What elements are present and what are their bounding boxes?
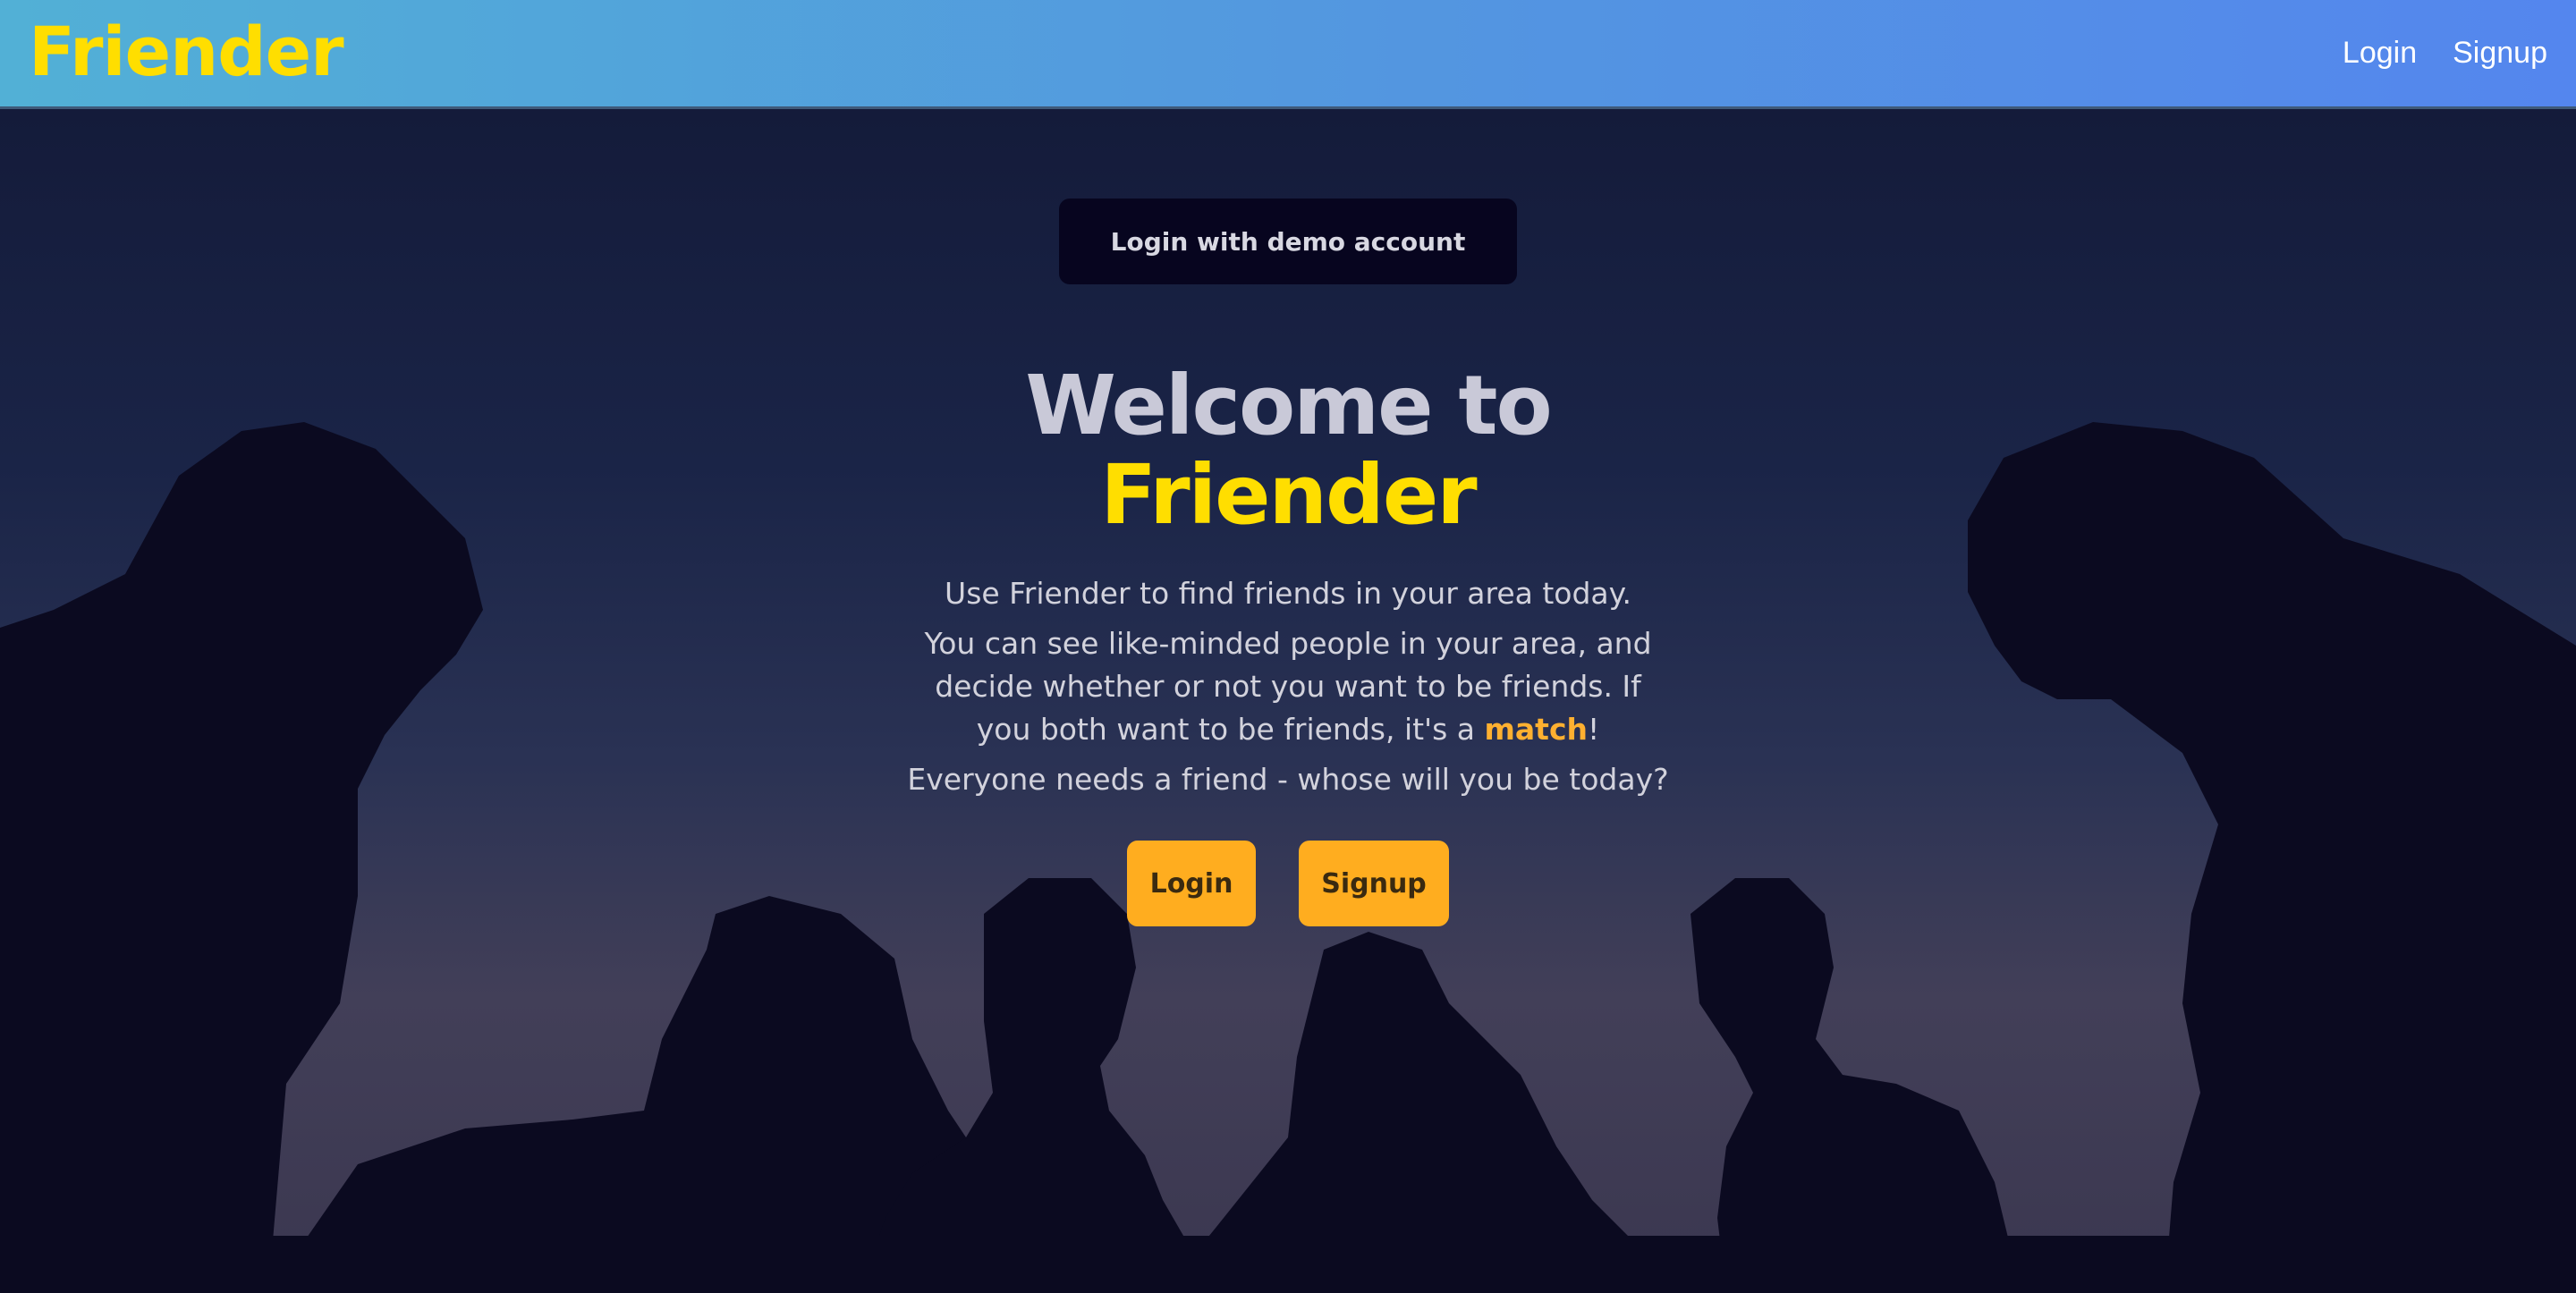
hero-section: Login with demo account Welcome to Frien… [0, 109, 2576, 1293]
top-navbar: Friender Login Signup [0, 0, 2576, 109]
demo-login-button[interactable]: Login with demo account [1059, 199, 1517, 284]
brand-logo[interactable]: Friender [29, 11, 344, 93]
heading-brand: Friender [1100, 447, 1477, 543]
nav-login-link[interactable]: Login [2343, 36, 2417, 71]
intro-paragraph: Use Friender to find friends in your are… [945, 576, 1631, 611]
heading-welcome: Welcome to [1025, 358, 1552, 453]
hero-content: Login with demo account Welcome to Frien… [886, 199, 1690, 926]
nav-links: Login Signup [2343, 0, 2547, 106]
hero-heading: Welcome to Friender [886, 361, 1690, 540]
nav-signup-link[interactable]: Signup [2453, 36, 2547, 71]
login-button[interactable]: Login [1127, 841, 1256, 926]
signup-button[interactable]: Signup [1299, 841, 1449, 926]
description-paragraph: You can see like-minded people in your a… [886, 622, 1690, 751]
tagline-paragraph: Everyone needs a friend - whose will you… [907, 762, 1669, 797]
match-highlight: match [1484, 712, 1589, 747]
description-end: ! [1588, 712, 1600, 747]
cta-buttons: Login Signup [886, 841, 1690, 926]
